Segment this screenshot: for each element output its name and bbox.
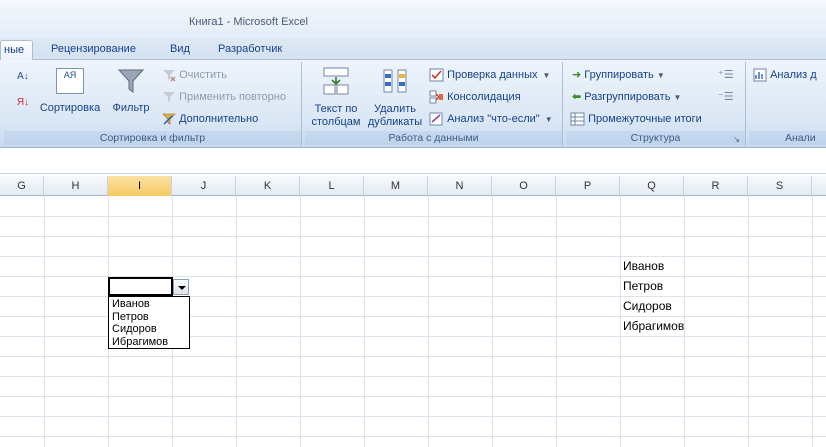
what-if-label: Анализ "что-если" bbox=[447, 113, 540, 125]
sort-az-icon: А↓ bbox=[17, 71, 29, 82]
validation-dropdown-list: Иванов Петров Сидоров Ибрагимов bbox=[108, 296, 190, 349]
what-if-icon bbox=[429, 112, 443, 126]
sort-label: Сортировка bbox=[39, 102, 101, 114]
consolidate-button[interactable]: Консолидация bbox=[429, 88, 521, 106]
ungroup-button[interactable]: ⬅ Разгруппировать ▼ bbox=[572, 88, 681, 106]
data-analysis-button[interactable]: Анализ д bbox=[753, 66, 817, 84]
reapply-icon bbox=[163, 92, 175, 103]
subtotal-icon bbox=[570, 112, 585, 126]
tab-view[interactable]: Вид bbox=[170, 40, 190, 60]
tab-data[interactable]: ные bbox=[0, 40, 34, 60]
advanced-filter-label: Дополнительно bbox=[179, 113, 259, 125]
dropdown-option[interactable]: Ибрагимов bbox=[112, 336, 186, 349]
ribbon: А↓ Я↓ АЯ Сортировка Фильтр Очистить Прим… bbox=[0, 60, 826, 148]
filter-label: Фильтр bbox=[112, 102, 150, 114]
remove-duplicates-label-1: Удалить bbox=[374, 103, 416, 115]
column-header-q[interactable]: Q bbox=[620, 176, 684, 196]
data-validation-dropdown-icon[interactable]: ▼ bbox=[543, 71, 551, 80]
cell-q5[interactable]: Иванов bbox=[620, 256, 664, 276]
consolidate-label: Консолидация bbox=[447, 91, 521, 103]
subtotal-label: Промежуточные итоги bbox=[588, 113, 702, 125]
column-header-l[interactable]: L bbox=[300, 176, 364, 196]
ribbon-tabs: ные Рецензирование Вид Разработчик bbox=[0, 38, 826, 60]
ungroup-label: Разгруппировать bbox=[584, 91, 671, 103]
data-validation-button[interactable]: Проверка данных ▼ bbox=[429, 66, 550, 84]
text-to-columns-button[interactable]: Текст по столбцам bbox=[309, 66, 363, 128]
reapply-filter-label: Применить повторно bbox=[179, 91, 286, 103]
data-validation-label: Проверка данных bbox=[447, 69, 538, 81]
group-outline: ➜ Группировать ▼ ⬅ Разгруппировать ▼ Про… bbox=[566, 62, 746, 146]
formula-bar[interactable] bbox=[0, 148, 826, 174]
sort-az-button[interactable]: А↓ bbox=[12, 70, 34, 88]
hide-detail-button[interactable]: ⁻☰ bbox=[718, 88, 734, 106]
sort-dialog-icon: АЯ bbox=[56, 68, 84, 94]
group-data-tools-label: Работа с данными bbox=[305, 131, 562, 145]
text-to-columns-icon bbox=[323, 67, 349, 95]
show-detail-icon: ⁺☰ bbox=[718, 69, 734, 81]
what-if-dropdown-icon[interactable]: ▼ bbox=[545, 115, 553, 124]
sort-za-button[interactable]: Я↓ bbox=[12, 96, 34, 114]
ungroup-arrow-icon: ⬅ bbox=[572, 91, 582, 103]
filter-button[interactable]: Фильтр bbox=[108, 66, 154, 124]
group-sort-filter: А↓ Я↓ АЯ Сортировка Фильтр Очистить Прим… bbox=[4, 62, 302, 146]
column-header-m[interactable]: M bbox=[364, 176, 428, 196]
column-header-n[interactable]: N bbox=[428, 176, 492, 196]
cell-q7[interactable]: Сидоров bbox=[620, 296, 672, 316]
validation-dropdown-arrow-icon[interactable] bbox=[173, 279, 189, 295]
group-arrow-icon: ➜ bbox=[572, 69, 582, 81]
show-detail-button[interactable]: ⁺☰ bbox=[718, 66, 734, 84]
group-outline-label: Структура bbox=[566, 131, 745, 145]
column-headers: G H I J K L M N O P Q R S bbox=[0, 176, 826, 196]
column-header-h[interactable]: H bbox=[44, 176, 108, 196]
sort-button[interactable]: АЯ Сортировка bbox=[36, 66, 104, 124]
reapply-filter-button[interactable]: Применить повторно bbox=[162, 88, 286, 106]
column-header-i[interactable]: I bbox=[108, 176, 172, 196]
group-sort-filter-label: Сортировка и фильтр bbox=[4, 131, 301, 145]
hide-detail-icon: ⁻☰ bbox=[718, 91, 734, 103]
remove-duplicates-icon bbox=[383, 69, 407, 93]
what-if-analysis-button[interactable]: Анализ "что-если" ▼ bbox=[429, 110, 553, 128]
group-analysis-label: Анали bbox=[749, 131, 826, 145]
column-header-s[interactable]: S bbox=[748, 176, 812, 196]
outline-dialog-launcher-icon[interactable]: ↘ bbox=[733, 135, 740, 144]
funnel-icon bbox=[117, 69, 145, 93]
text-to-columns-label-2: столбцам bbox=[311, 116, 361, 128]
tab-developer[interactable]: Разработчик bbox=[218, 40, 282, 60]
column-header-g[interactable]: G bbox=[0, 176, 44, 196]
group-analysis: Анализ д Анали bbox=[749, 62, 826, 146]
sort-za-icon: Я↓ bbox=[16, 97, 30, 108]
ungroup-dropdown-icon[interactable]: ▼ bbox=[674, 93, 682, 102]
remove-duplicates-label-2: дубликаты bbox=[367, 116, 423, 128]
group-data-tools: Текст по столбцам Удалить дубликаты Пров… bbox=[305, 62, 563, 146]
dropdown-option[interactable]: Иванов bbox=[112, 298, 186, 311]
clear-filter-icon bbox=[163, 70, 176, 82]
column-header-j[interactable]: J bbox=[172, 176, 236, 196]
group-dropdown-icon[interactable]: ▼ bbox=[657, 71, 665, 80]
tab-review[interactable]: Рецензирование bbox=[51, 40, 136, 60]
column-header-k[interactable]: K bbox=[236, 176, 300, 196]
group-button[interactable]: ➜ Группировать ▼ bbox=[572, 66, 665, 84]
advanced-filter-icon bbox=[162, 113, 176, 125]
column-header-p[interactable]: P bbox=[556, 176, 620, 196]
cell-q8[interactable]: Ибрагимов bbox=[620, 316, 684, 336]
advanced-filter-button[interactable]: Дополнительно bbox=[162, 110, 258, 128]
text-to-columns-label-1: Текст по bbox=[314, 103, 358, 115]
remove-duplicates-button[interactable]: Удалить дубликаты bbox=[365, 66, 425, 128]
dropdown-option[interactable]: Сидоров bbox=[112, 323, 186, 336]
data-analysis-icon bbox=[753, 68, 767, 82]
clear-filter-label: Очистить bbox=[179, 69, 227, 81]
cell-q6[interactable]: Петров bbox=[620, 276, 663, 296]
column-header-r[interactable]: R bbox=[684, 176, 748, 196]
active-cell-i5[interactable] bbox=[108, 277, 173, 296]
dropdown-option[interactable]: Петров bbox=[112, 311, 186, 324]
window-title: Книга1 - Microsoft Excel bbox=[189, 16, 308, 28]
group-label: Группировать bbox=[584, 69, 654, 81]
data-analysis-label: Анализ д bbox=[770, 69, 817, 81]
data-validation-icon bbox=[429, 68, 444, 82]
clear-filter-button[interactable]: Очистить bbox=[162, 66, 227, 84]
consolidate-icon bbox=[429, 90, 443, 104]
subtotal-button[interactable]: Промежуточные итоги bbox=[570, 110, 702, 128]
column-header-o[interactable]: O bbox=[492, 176, 556, 196]
title-bar: Книга1 - Microsoft Excel bbox=[0, 0, 826, 38]
